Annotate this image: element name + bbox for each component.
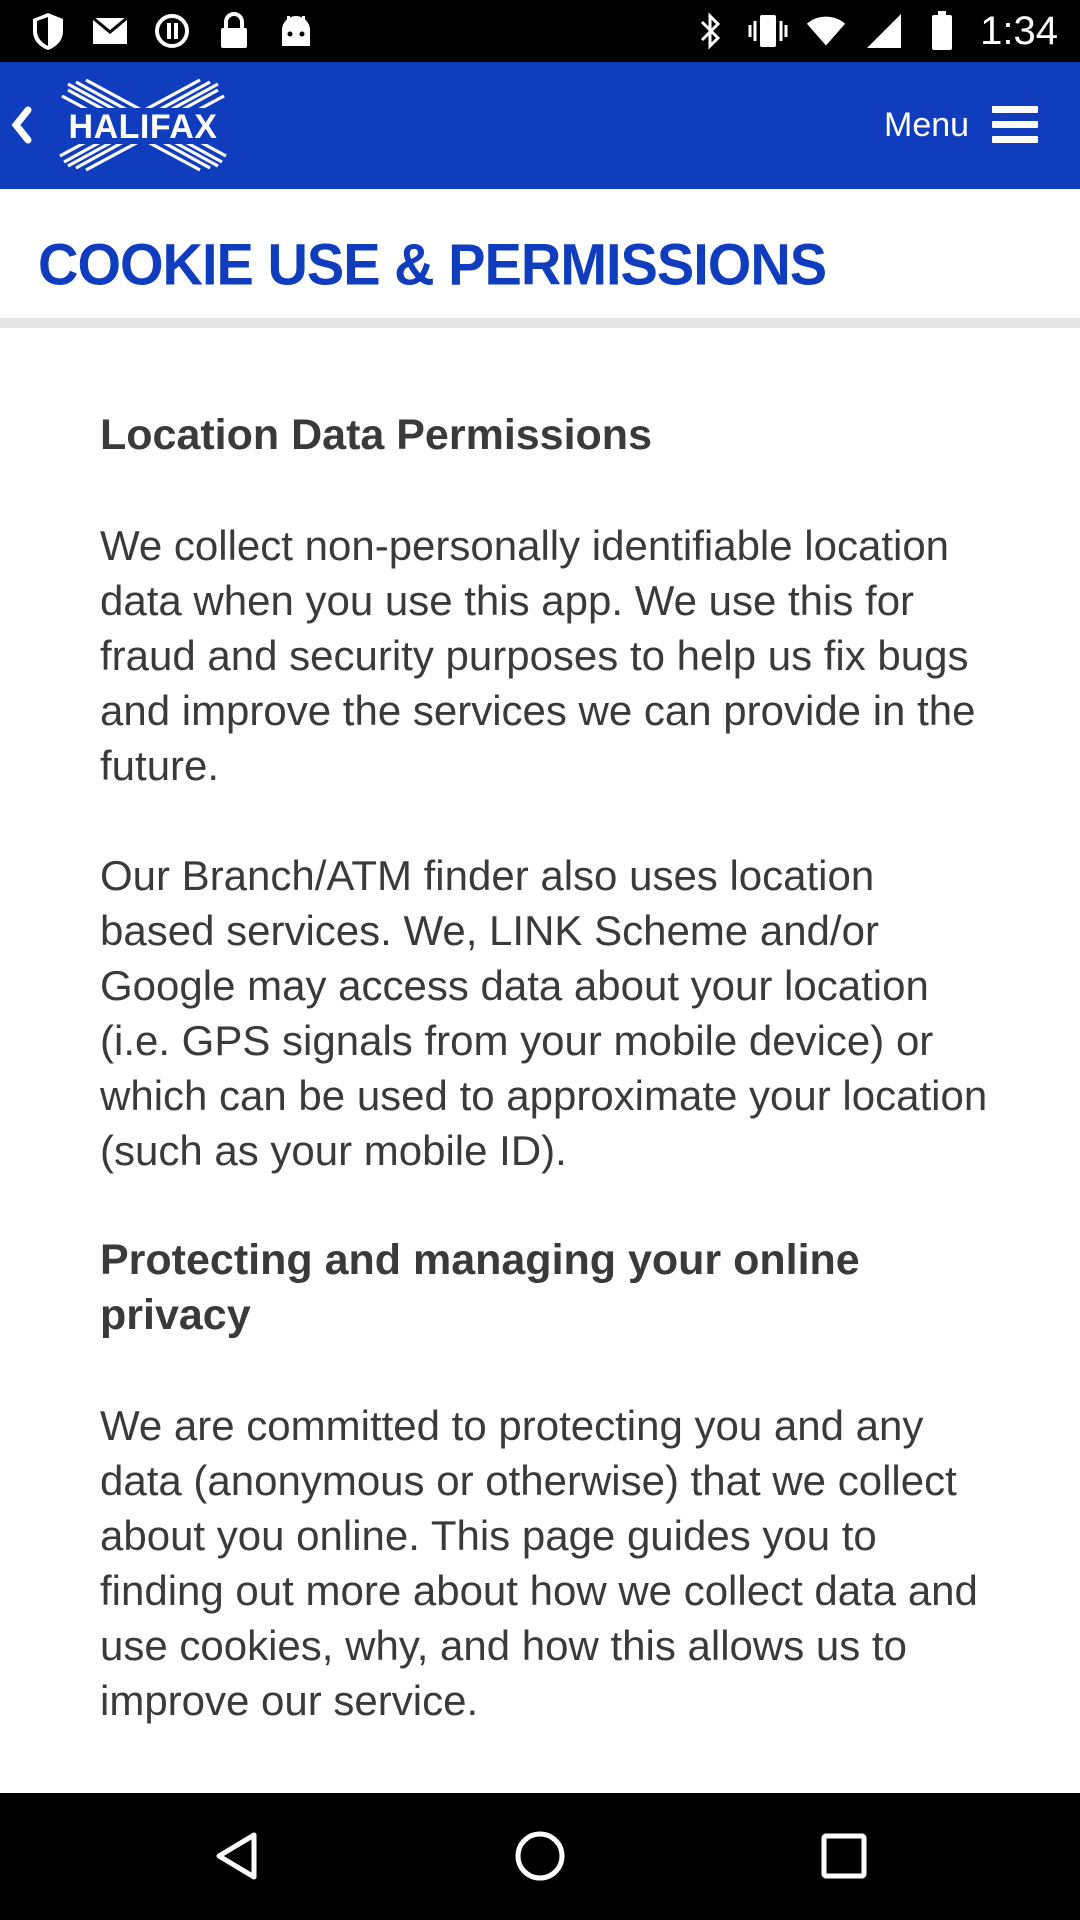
wifi-icon xyxy=(806,10,846,52)
hamburger-menu-icon[interactable] xyxy=(992,106,1038,144)
lock-icon xyxy=(214,10,254,52)
system-icons: 1:34 xyxy=(690,6,1058,56)
system-nav-bar xyxy=(0,1793,1080,1920)
halifax-logo[interactable]: HALIFAX xyxy=(54,78,232,172)
signal-icon xyxy=(864,10,904,52)
shield-icon xyxy=(28,10,68,52)
recents-icon[interactable] xyxy=(811,1823,877,1889)
back-chevron-icon[interactable] xyxy=(8,102,34,148)
mail-icon xyxy=(90,10,130,52)
status-bar: 1:34 xyxy=(0,0,1080,62)
app-header: HALIFAX Menu xyxy=(0,62,1080,189)
section-heading-privacy: Protecting and managing your online priv… xyxy=(100,1236,860,1339)
android-icon xyxy=(276,10,316,52)
notification-icons xyxy=(28,10,316,52)
back-icon[interactable] xyxy=(203,1823,269,1889)
bluetooth-icon xyxy=(690,10,730,52)
section-heading-location: Location Data Permissions xyxy=(100,411,652,459)
divider xyxy=(0,318,1080,328)
content-body: Location Data Permissions We collect non… xyxy=(100,408,1000,1783)
paragraph-location-data: We collect non-personally identifiable l… xyxy=(100,522,976,789)
menu-label[interactable]: Menu xyxy=(884,104,969,146)
paragraph-privacy: We are committed to protecting you and a… xyxy=(100,1402,978,1724)
paragraph-branch-atm: Our Branch/ATM finder also uses location… xyxy=(100,852,988,1174)
home-icon[interactable] xyxy=(507,1823,573,1889)
sync-icon xyxy=(152,10,192,52)
page-title: COOKIE USE & PERMISSIONS xyxy=(38,231,827,298)
vibrate-icon xyxy=(748,10,788,52)
battery-icon xyxy=(922,10,962,52)
svg-text:HALIFAX: HALIFAX xyxy=(69,108,218,146)
clock: 1:34 xyxy=(980,9,1058,53)
